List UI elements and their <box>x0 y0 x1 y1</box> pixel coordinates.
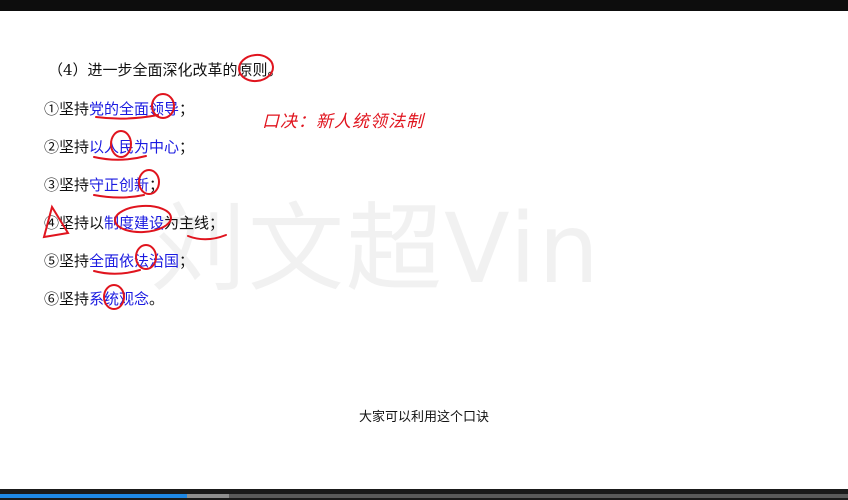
item-number: ② <box>44 138 60 156</box>
video-control-bar <box>0 489 848 500</box>
item-keyword: 守正创新 <box>89 176 150 194</box>
item-suffix: ； <box>179 252 195 270</box>
item-suffix: ； <box>149 176 165 194</box>
item-number: ⑥ <box>44 290 60 308</box>
handwritten-mnemonic: 口决：新人统领法制 <box>262 112 424 132</box>
item-suffix: 为主线； <box>164 214 225 232</box>
video-subtitle: 大家可以利用这个口诀 <box>358 410 489 425</box>
principle-item-2: ②坚持以人民为中心； <box>44 136 194 157</box>
item-prefix: 坚持 <box>59 176 90 194</box>
item-number: ① <box>44 100 60 118</box>
progress-track[interactable] <box>0 494 848 498</box>
principle-item-6: ⑥坚持系统观念。 <box>44 288 164 309</box>
video-top-bar <box>0 0 848 11</box>
item-keyword: 全面依法治国 <box>89 252 180 270</box>
principle-item-3: ③坚持守正创新； <box>44 174 164 195</box>
item-number: ⑤ <box>44 252 60 270</box>
item-prefix: 坚持 <box>59 100 90 118</box>
item-suffix: 。 <box>149 290 165 308</box>
underline-shouzheng <box>93 194 145 199</box>
item-prefix: 坚持 <box>59 138 90 156</box>
item-keyword: 党的全面领导 <box>89 100 180 118</box>
item-keyword: 以人民为中心 <box>89 138 180 156</box>
item-number: ④ <box>44 214 60 232</box>
slide-heading: （4）进一步全面深化改革的原则。 <box>48 61 283 79</box>
item-keyword: 系统观念 <box>89 290 150 308</box>
principle-item-4: ④坚持以制度建设为主线； <box>44 212 224 233</box>
principle-item-1: ①坚持党的全面领导； <box>44 98 194 119</box>
item-keyword: 制度建设 <box>104 214 165 232</box>
item-prefix: 坚持 <box>59 252 90 270</box>
watermark: 刘文超Vin <box>150 193 602 305</box>
item-suffix: ； <box>179 138 195 156</box>
item-number: ③ <box>44 176 60 194</box>
item-suffix: ； <box>179 100 195 118</box>
progress-played[interactable] <box>0 494 187 498</box>
item-prefix: 坚持 <box>59 290 90 308</box>
principle-item-5: ⑤坚持全面依法治国； <box>44 250 194 271</box>
item-prefix: 坚持以 <box>59 214 105 232</box>
